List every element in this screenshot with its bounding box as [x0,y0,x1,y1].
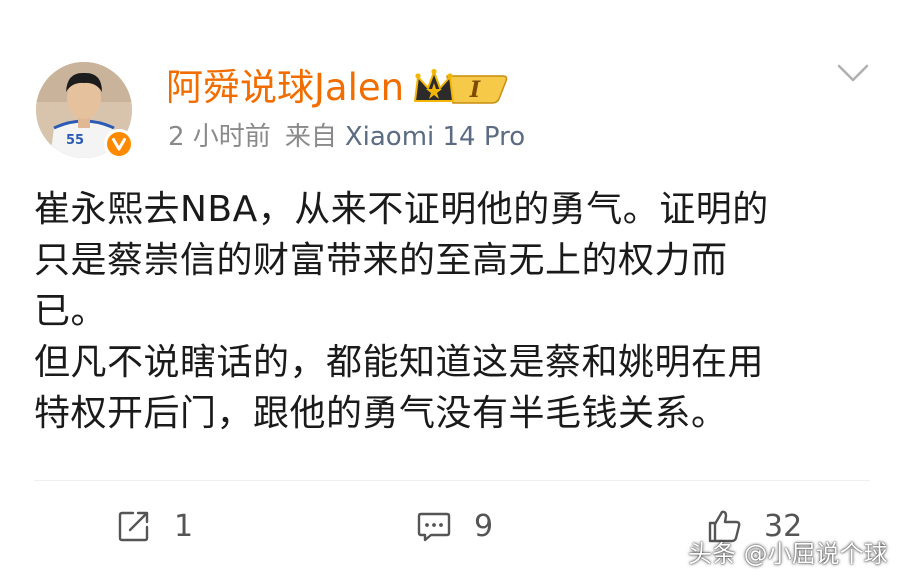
author-name[interactable]: 阿舜说球Jalen [166,60,404,116]
repost-button[interactable]: 1 [116,504,193,548]
post-paragraph: 崔永熙去NBA，从来不证明他的勇气。证明的 只是蔡崇信的财富带来的至高无上的权力… [34,189,769,332]
verified-v-icon [104,129,134,159]
divider [34,480,870,481]
toutiao-watermark: 头条 @小屈说个球 [688,540,888,568]
repost-count: 1 [174,508,194,544]
device-name[interactable]: Xiaomi 14 Pro [345,122,525,152]
post-meta: 2 小时前 来自 Xiaomi 14 Pro [168,117,525,157]
crown-level-icon[interactable]: I [413,68,509,108]
jersey-number: 55 [66,133,84,148]
repost-icon [118,511,149,542]
source-prefix: 来自 [284,122,337,152]
comment-button[interactable]: 9 [416,504,493,548]
post-paragraph: 但凡不说瞎话的，都能知道这是蔡和姚明在用 特权开后门，跟他的勇气没有半毛钱关系。 [34,342,765,434]
comment-icon [417,512,451,542]
chevron-down-icon[interactable] [836,62,870,84]
weibo-post-card: 55 阿舜说球Jalen I 2 小时前 来自 Xiaomi 14 Pro 崔永熙去… [0,0,904,581]
comment-count: 9 [474,508,494,544]
post-time: 2 小时前 [168,122,271,152]
post-content: 崔永熙去NBA，从来不证明他的勇气。证明的 只是蔡崇信的财富带来的至高无上的权力… [34,184,864,439]
level-badge-text: I [469,77,481,103]
